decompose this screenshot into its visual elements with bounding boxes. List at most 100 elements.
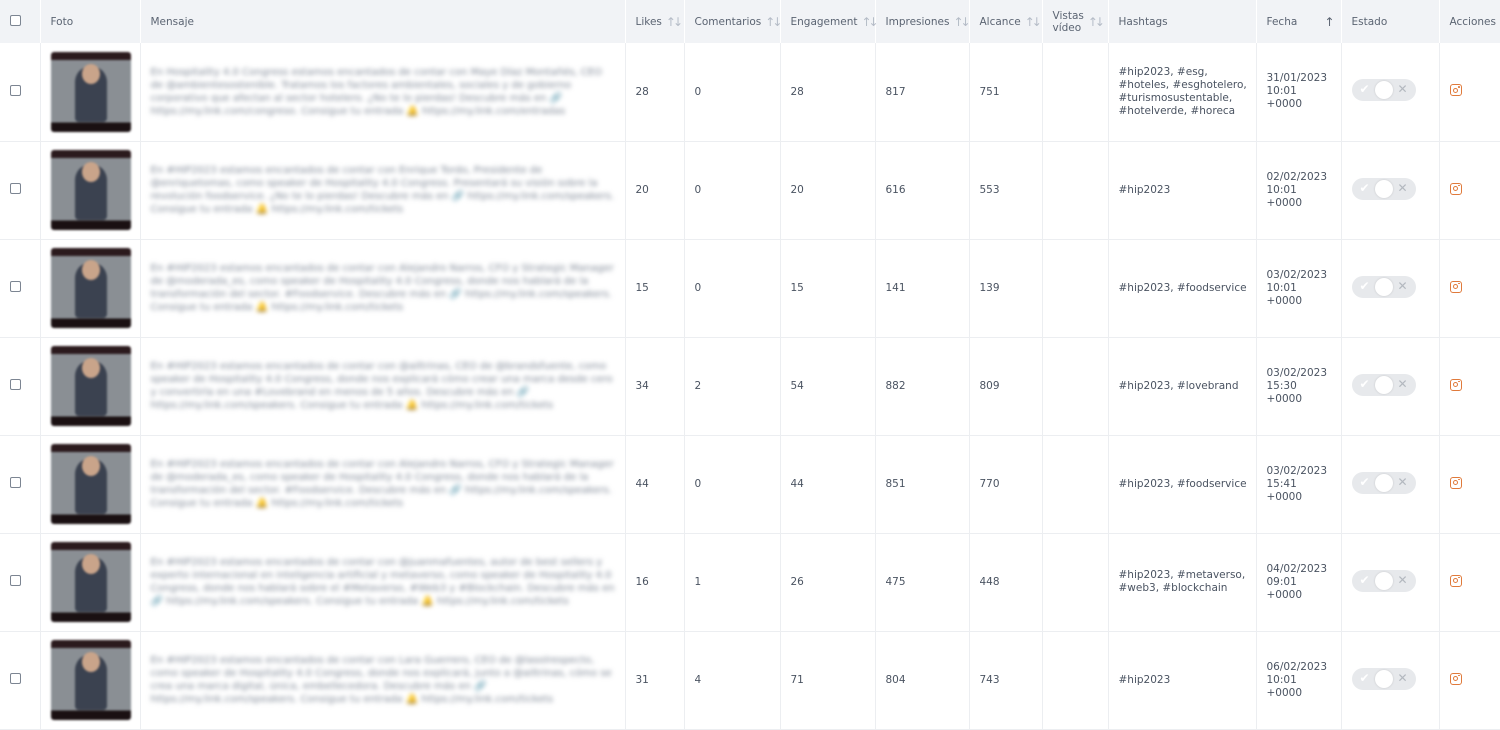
status-toggle[interactable]: ✔ ✕ [1351, 373, 1416, 396]
sort-icon[interactable]: ↑↓ [765, 15, 782, 29]
estado-cell: ✔ ✕ [1340, 435, 1439, 533]
header-label: Engagement [790, 15, 858, 28]
sort-icon[interactable]: ↑↓ [666, 15, 683, 29]
sort-icon[interactable]: ↑↓ [1088, 15, 1105, 29]
fecha-text: 31/01/2023 10:01 +0000 [1266, 72, 1328, 111]
post-thumbnail[interactable] [50, 248, 131, 328]
sort-asc-icon[interactable]: ↑ [1324, 15, 1334, 29]
row-checkbox[interactable] [10, 673, 21, 684]
toggle-knob[interactable] [1374, 669, 1393, 688]
toggle-knob[interactable] [1374, 473, 1393, 492]
status-toggle[interactable]: ✔ ✕ [1351, 275, 1416, 298]
post-thumbnail[interactable] [50, 51, 131, 132]
select-all-checkbox[interactable] [10, 14, 21, 26]
row-checkbox[interactable] [10, 477, 21, 488]
post-thumbnail[interactable] [50, 444, 131, 524]
header-vistas-video[interactable]: Vistas vídeo ↑↓ [1041, 0, 1108, 43]
photo-cell [39, 337, 140, 435]
likes-cell: 44 [624, 435, 684, 533]
row-select-cell [0, 337, 40, 435]
hashtags-text: #hip2023, #foodservice [1118, 477, 1247, 490]
acciones-cell [1438, 435, 1500, 533]
fecha-text: 04/02/2023 09:01 +0000 [1266, 562, 1328, 601]
engagement-cell: 54 [779, 337, 875, 435]
post-thumbnail[interactable] [50, 542, 131, 622]
post-message: En #HIP2023 estamos encantados de contar… [150, 655, 612, 705]
status-toggle[interactable]: ✔ ✕ [1351, 79, 1416, 102]
header-fecha[interactable]: Fecha ↑ [1255, 0, 1341, 43]
vistas-video-cell [1041, 435, 1108, 533]
post-thumbnail[interactable] [50, 150, 131, 230]
check-icon: ✔ [1359, 278, 1370, 293]
header-foto: Foto [39, 0, 140, 43]
toggle-knob[interactable] [1374, 179, 1393, 198]
engagement-cell: 15 [779, 239, 875, 337]
message-cell: En Hospitality 4.0 Congress estamos enca… [139, 43, 625, 141]
sort-icon[interactable]: ↑↓ [1025, 15, 1042, 29]
instagram-icon[interactable] [1449, 280, 1462, 293]
status-toggle[interactable]: ✔ ✕ [1351, 569, 1416, 592]
toggle-knob[interactable] [1374, 81, 1393, 100]
sort-icon[interactable]: ↑↓ [953, 15, 970, 29]
header-label: Foto [50, 15, 74, 28]
engagement-cell: 71 [779, 631, 875, 729]
impresiones-cell: 141 [874, 239, 969, 337]
row-checkbox[interactable] [10, 183, 21, 194]
message-cell: En #HIP2023 estamos encantados de contar… [139, 141, 625, 239]
instagram-icon[interactable] [1449, 574, 1462, 587]
post-thumbnail[interactable] [50, 640, 131, 720]
header-estado: Estado [1340, 0, 1439, 43]
hashtags-text: #hip2023, #metaverso, #web3, #blockchain [1118, 569, 1246, 594]
photo-cell [39, 43, 140, 141]
header-label: Vistas vídeo [1052, 9, 1084, 34]
fecha-cell: 31/01/2023 10:01 +0000 [1255, 43, 1341, 141]
hashtags-cell: #hip2023 [1107, 141, 1256, 239]
instagram-icon[interactable] [1449, 182, 1462, 195]
estado-cell: ✔ ✕ [1340, 631, 1439, 729]
row-checkbox[interactable] [10, 575, 21, 586]
status-toggle[interactable]: ✔ ✕ [1351, 471, 1416, 494]
table-row: En #HIP2023 estamos encantados de contar… [0, 631, 1500, 729]
estado-cell: ✔ ✕ [1340, 43, 1439, 141]
toggle-knob[interactable] [1374, 375, 1393, 394]
posts-table: Foto Mensaje Likes ↑↓ Comentarios ↑↓ Engag… [0, 0, 1500, 730]
post-thumbnail[interactable] [50, 346, 131, 426]
message-cell: En #HIP2023 estamos encantados de contar… [139, 435, 625, 533]
likes-cell: 16 [624, 533, 684, 631]
acciones-cell [1438, 337, 1500, 435]
impresiones-cell: 851 [874, 435, 969, 533]
vistas-video-cell [1041, 141, 1108, 239]
row-checkbox[interactable] [10, 84, 21, 96]
status-toggle[interactable]: ✔ ✕ [1351, 177, 1416, 200]
header-comentarios[interactable]: Comentarios ↑↓ [683, 0, 782, 43]
instagram-icon[interactable] [1449, 378, 1462, 391]
close-icon: ✕ [1397, 572, 1408, 587]
instagram-icon[interactable] [1449, 476, 1462, 489]
photo-cell [39, 141, 140, 239]
alcance-cell: 770 [968, 435, 1042, 533]
alcance-cell: 139 [968, 239, 1042, 337]
table-row: En #HIP2023 estamos encantados de contar… [0, 141, 1500, 239]
fecha-text: 03/02/2023 15:30 +0000 [1266, 366, 1328, 405]
fecha-cell: 03/02/2023 15:30 +0000 [1255, 337, 1341, 435]
status-toggle[interactable]: ✔ ✕ [1351, 667, 1416, 690]
row-select-cell [0, 239, 40, 337]
instagram-icon[interactable] [1449, 84, 1462, 97]
toggle-knob[interactable] [1374, 571, 1393, 590]
header-impresiones[interactable]: Impresiones ↑↓ [874, 0, 971, 43]
header-mensaje: Mensaje [139, 0, 625, 43]
sort-icon[interactable]: ↑↓ [861, 15, 878, 29]
row-checkbox[interactable] [10, 379, 21, 390]
header-alcance[interactable]: Alcance ↑↓ [968, 0, 1042, 43]
header-engagement[interactable]: Engagement ↑↓ [779, 0, 879, 43]
header-hashtags: Hashtags [1107, 0, 1256, 43]
row-checkbox[interactable] [10, 281, 21, 292]
post-message: En #HIP2023 estamos encantados de contar… [150, 165, 615, 215]
message-cell: En #HIP2023 estamos encantados de contar… [139, 631, 625, 729]
acciones-cell [1438, 631, 1500, 729]
instagram-icon[interactable] [1449, 672, 1462, 685]
check-icon: ✔ [1359, 572, 1370, 587]
header-likes[interactable]: Likes ↑↓ [624, 0, 684, 43]
photo-cell [39, 631, 140, 729]
toggle-knob[interactable] [1374, 277, 1393, 296]
